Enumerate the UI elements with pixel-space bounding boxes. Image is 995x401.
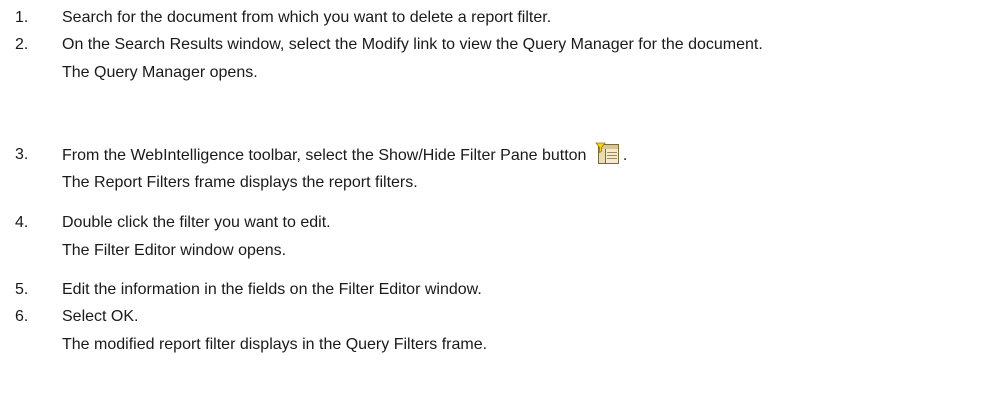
step-3-result-line: The Report Filters frame displays the re…: [0, 170, 995, 195]
step-2-line: 2. On the Search Results window, select …: [0, 32, 995, 57]
step-6-line: 6. Select OK.: [0, 304, 995, 329]
step-1: 1. Search for the document from which yo…: [0, 5, 995, 30]
step-4-number: 4.: [15, 214, 29, 231]
step-6: 6. Select OK. The modified report filter…: [0, 304, 995, 357]
filter-pane-icon: [595, 142, 623, 166]
step-6-result: The modified report filter displays in t…: [62, 336, 488, 353]
step-4-result-line: The Filter Editor window opens.: [0, 238, 995, 263]
step-3-number: 3.: [15, 146, 29, 163]
step-1-number: 1.: [15, 9, 29, 26]
step-4-line: 4. Double click the filter you want to e…: [0, 210, 995, 235]
step-2-number: 2.: [15, 36, 29, 53]
step-5: 5. Edit the information in the fields on…: [0, 277, 995, 302]
step-4-result: The Filter Editor window opens.: [62, 242, 287, 259]
step-1-text: Search for the document from which you w…: [62, 9, 552, 26]
step-6-result-line: The modified report filter displays in t…: [0, 332, 995, 357]
step-6-number: 6.: [15, 308, 29, 325]
step-2: 2. On the Search Results window, select …: [0, 32, 995, 85]
step-2-result: The Query Manager opens.: [62, 64, 258, 81]
step-3-result: The Report Filters frame displays the re…: [62, 174, 418, 191]
procedure-steps: 1. Search for the document from which yo…: [0, 0, 995, 401]
step-5-line: 5. Edit the information in the fields on…: [0, 277, 995, 302]
step-6-text: Select OK.: [62, 308, 139, 325]
step-2-result-line: The Query Manager opens.: [0, 60, 995, 85]
step-2-text: On the Search Results window, select the…: [62, 36, 763, 53]
step-1-line: 1. Search for the document from which yo…: [0, 5, 995, 30]
step-5-text: Edit the information in the fields on th…: [62, 281, 482, 298]
step-3-text-wrap: From the WebIntelligence toolbar, select…: [62, 142, 627, 168]
step-3-text: From the WebIntelligence toolbar, select…: [62, 147, 587, 164]
step-3-text-end: .: [622, 147, 628, 164]
step-3: 3. From the WebIntelligence toolbar, sel…: [0, 142, 995, 195]
step-4-text: Double click the filter you want to edit…: [62, 214, 331, 231]
step-5-number: 5.: [15, 281, 29, 298]
step-3-line: 3. From the WebIntelligence toolbar, sel…: [0, 142, 995, 167]
step-4: 4. Double click the filter you want to e…: [0, 210, 995, 263]
